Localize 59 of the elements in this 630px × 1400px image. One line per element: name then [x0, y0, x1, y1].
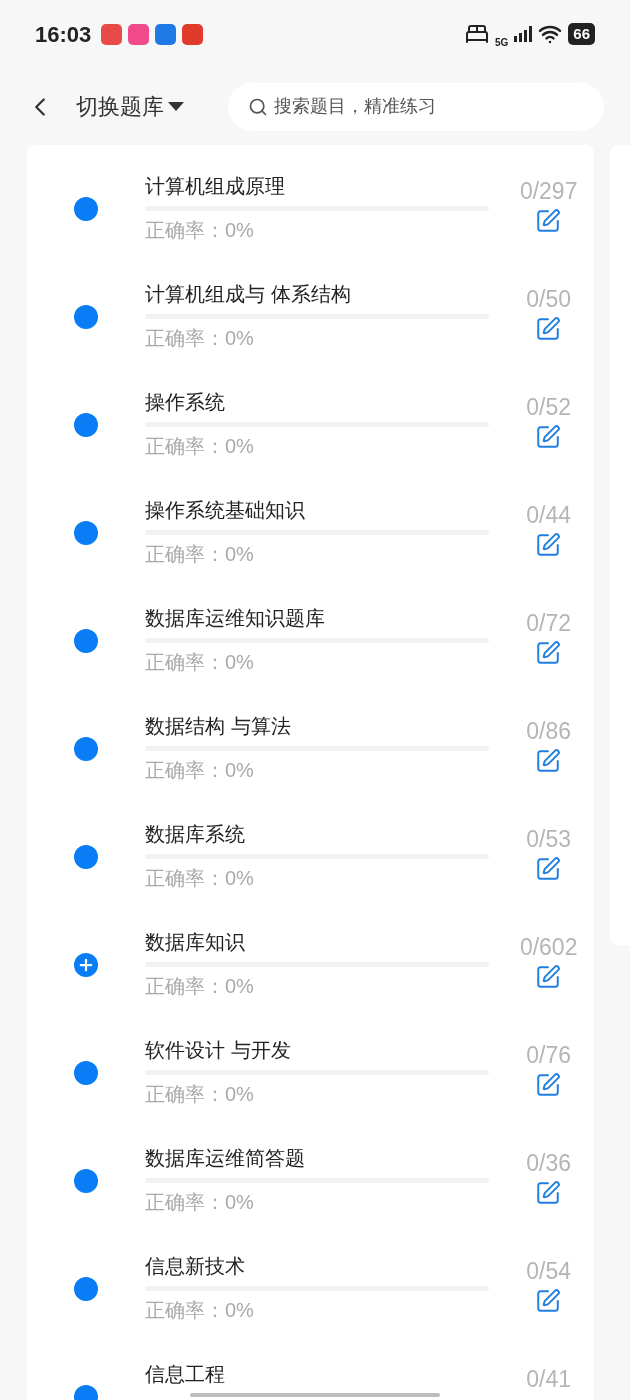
question-count: 0/72 — [526, 609, 572, 638]
question-count: 0/54 — [526, 1257, 572, 1286]
bank-title: 操作系统基础知识 — [145, 498, 306, 523]
accuracy-text: 正确率：0% — [145, 758, 255, 783]
search-field[interactable]: 搜索题目，精准练习 — [228, 82, 604, 131]
accuracy-text: 正确率：0% — [145, 974, 255, 999]
bank-title: 数据库运维简答题 — [145, 1146, 306, 1171]
edit-icon[interactable] — [534, 748, 561, 774]
bank-title: 数据库系统 — [145, 822, 246, 847]
app-notification-icon — [101, 23, 123, 45]
question-count: 0/44 — [526, 501, 572, 530]
edit-icon[interactable] — [534, 208, 561, 234]
question-count: 0/53 — [526, 825, 572, 854]
bank-title: 计算机组成与 体系结构 — [145, 282, 352, 307]
edit-icon[interactable] — [534, 532, 561, 558]
edit-icon[interactable] — [534, 424, 561, 450]
accuracy-text: 正确率：0% — [145, 650, 255, 675]
accuracy-text: 正确率：0% — [145, 866, 255, 891]
bank-title: 数据库运维知识题库 — [145, 606, 326, 631]
edit-icon[interactable] — [534, 316, 561, 342]
accuracy-text: 正确率：0% — [145, 218, 255, 243]
question-count: 0/86 — [526, 717, 572, 746]
caret-icon[interactable] — [168, 101, 184, 112]
accuracy-text: 正确率：0% — [145, 1082, 255, 1107]
network-label: 5G — [494, 38, 509, 48]
app-notification-icon — [182, 23, 204, 45]
edit-icon[interactable] — [534, 1288, 561, 1314]
question-count: 0/297 — [519, 177, 578, 206]
edit-icon[interactable] — [534, 964, 561, 990]
search-icon — [248, 96, 268, 117]
bank-title: 信息新技术 — [145, 1254, 246, 1279]
edit-icon[interactable] — [534, 640, 561, 666]
edit-icon[interactable] — [534, 1072, 561, 1098]
app-notification-icon — [155, 23, 177, 45]
question-count: 0/76 — [526, 1041, 572, 1070]
battery-indicator: 66 — [568, 23, 595, 45]
question-count: 0/52 — [526, 393, 572, 422]
bank-title: 操作系统 — [145, 390, 226, 415]
bank-title: 信息工程 — [145, 1362, 226, 1387]
question-count: 0/50 — [526, 285, 572, 314]
question-count: 0/41 — [526, 1365, 572, 1394]
question-count: 0/36 — [526, 1149, 572, 1178]
accuracy-text: 正确率：0% — [145, 1190, 255, 1215]
status-time: 16:03 — [35, 20, 92, 49]
bank-switch-dropdown[interactable]: 切换题库 — [76, 90, 184, 123]
accuracy-text: 正确率：0% — [145, 434, 255, 459]
bed-icon — [464, 22, 489, 46]
bank-title: 数据库知识 — [145, 930, 246, 955]
app-notification-icon — [128, 23, 150, 45]
signal-icon — [514, 26, 533, 42]
bank-title: 软件设计 与开发 — [145, 1038, 292, 1063]
bank-title: 数据结构 与算法 — [145, 714, 292, 739]
edit-icon[interactable] — [534, 1180, 561, 1206]
bank-title: 计算机组成原理 — [145, 174, 286, 199]
edit-icon[interactable] — [534, 856, 561, 882]
accuracy-text: 正确率：0% — [145, 1298, 255, 1323]
accuracy-text: 正确率：0% — [145, 542, 255, 567]
question-count: 0/602 — [519, 933, 578, 962]
accuracy-text: 正确率：0% — [145, 326, 255, 351]
